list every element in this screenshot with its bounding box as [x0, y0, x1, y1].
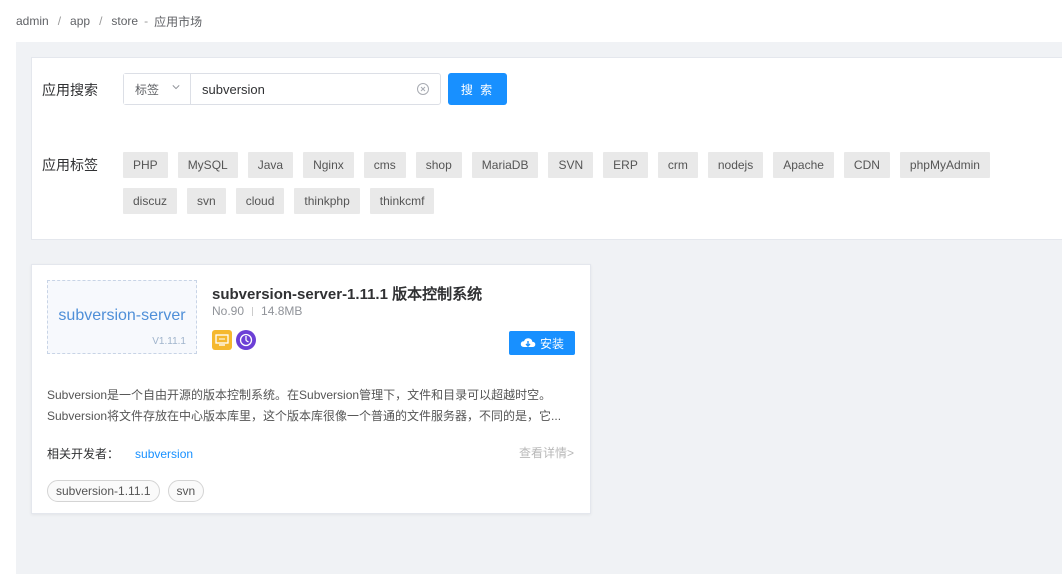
search-group: 标签: [123, 73, 441, 105]
search-button[interactable]: 搜 索: [448, 73, 507, 105]
search-panel: 应用搜索 标签 搜 索 应用标签 PHP MySQL Java Nginx cmssho…: [31, 57, 1062, 240]
install-button[interactable]: 安装: [509, 331, 575, 355]
developer-link[interactable]: subversion: [135, 447, 193, 461]
tag-thinkphp[interactable]: thinkphp: [294, 188, 360, 214]
description-line: Subversion是一个自由开源的版本控制系统。在Subversion管理下，…: [47, 388, 552, 402]
app-tag-list: subversion-1.11.1 svn: [47, 480, 205, 502]
tag-java[interactable]: Java: [247, 152, 294, 178]
app-size: 14.8MB: [261, 304, 303, 318]
tag-nginx[interactable]: Nginx: [303, 152, 354, 178]
meta-divider: [252, 306, 254, 316]
breadcrumb: admin / app / store - 应用市场: [16, 12, 202, 30]
app-title[interactable]: subversion-server-1.11.1 版本控制系统: [212, 283, 482, 304]
search-label: 应用搜索: [42, 82, 98, 98]
search-type-select[interactable]: 标签: [124, 74, 191, 104]
tag-php[interactable]: PHP: [123, 152, 168, 178]
tag-nodejs[interactable]: nodejs: [707, 152, 764, 178]
app-tag[interactable]: subversion-1.11.1: [47, 480, 160, 502]
breadcrumb-separator: /: [57, 14, 62, 28]
main-content: 应用搜索 标签 搜 索 应用标签 PHP MySQL Java Nginx cmssho…: [16, 42, 1062, 574]
tag-shop[interactable]: shop: [415, 152, 462, 178]
monitor-icon: [212, 330, 232, 350]
tag-mysql[interactable]: MySQL: [177, 152, 238, 178]
breadcrumb-current: 应用市场: [154, 14, 203, 29]
breadcrumb-dash: -: [144, 14, 149, 28]
app-meta: No.90 14.8MB: [212, 304, 302, 318]
clear-icon[interactable]: [417, 83, 429, 95]
chevron-down-icon: [172, 85, 180, 90]
tag-thinkcmf[interactable]: thinkcmf: [369, 188, 435, 214]
cloud-download-icon: [520, 338, 536, 347]
tag-apache[interactable]: Apache: [773, 152, 834, 178]
tag-discuz[interactable]: discuz: [123, 188, 178, 214]
app-number: No.90: [212, 304, 245, 318]
tag-phpmyadmin[interactable]: phpMyAdmin: [899, 152, 990, 178]
tag-cdn[interactable]: CDN: [843, 152, 890, 178]
developer-label: 相关开发者：: [47, 447, 120, 461]
app-badges: [212, 330, 256, 350]
breadcrumb-item-admin[interactable]: admin: [16, 14, 49, 28]
app-logo[interactable]: subversion-server V1.11.1: [47, 280, 197, 354]
search-input[interactable]: [191, 74, 440, 104]
breadcrumb-separator: /: [99, 14, 103, 28]
view-details-link[interactable]: 查看详情>: [519, 444, 574, 461]
search-type-value: 标签: [135, 82, 160, 97]
tag-svn[interactable]: SVN: [548, 152, 594, 178]
app-tag[interactable]: svn: [167, 480, 205, 502]
app-logo-name: subversion-server: [58, 307, 186, 324]
app-description: Subversion是一个自由开源的版本控制系统。在Subversion管理下，…: [47, 385, 572, 427]
app-card: subversion-server V1.11.1 subversion-ser…: [31, 264, 591, 514]
developer-row: 相关开发者： subversion: [47, 445, 193, 462]
tag-crm[interactable]: crm: [657, 152, 698, 178]
install-label: 安装: [539, 336, 564, 351]
breadcrumb-item-app[interactable]: app: [70, 14, 90, 28]
app-logo-version: V1.11.1: [152, 336, 186, 347]
power-icon: [236, 330, 256, 350]
tag-erp[interactable]: ERP: [603, 152, 648, 178]
tag-mariadb[interactable]: MariaDB: [471, 152, 539, 178]
description-line: Subversion将文件存放在中心版本库里，这个版本库很像一个普通的文件服务器…: [47, 409, 562, 423]
tag-list: PHP MySQL Java Nginx cms shop MariaDB SVN ERP crm…: [123, 152, 1023, 214]
tag-cms[interactable]: cms: [363, 152, 406, 178]
tags-label: 应用标签: [42, 157, 98, 173]
tag-cloud[interactable]: cloud: [235, 188, 285, 214]
tag-svn[interactable]: svn: [187, 188, 226, 214]
breadcrumb-item-store[interactable]: store: [111, 14, 138, 28]
